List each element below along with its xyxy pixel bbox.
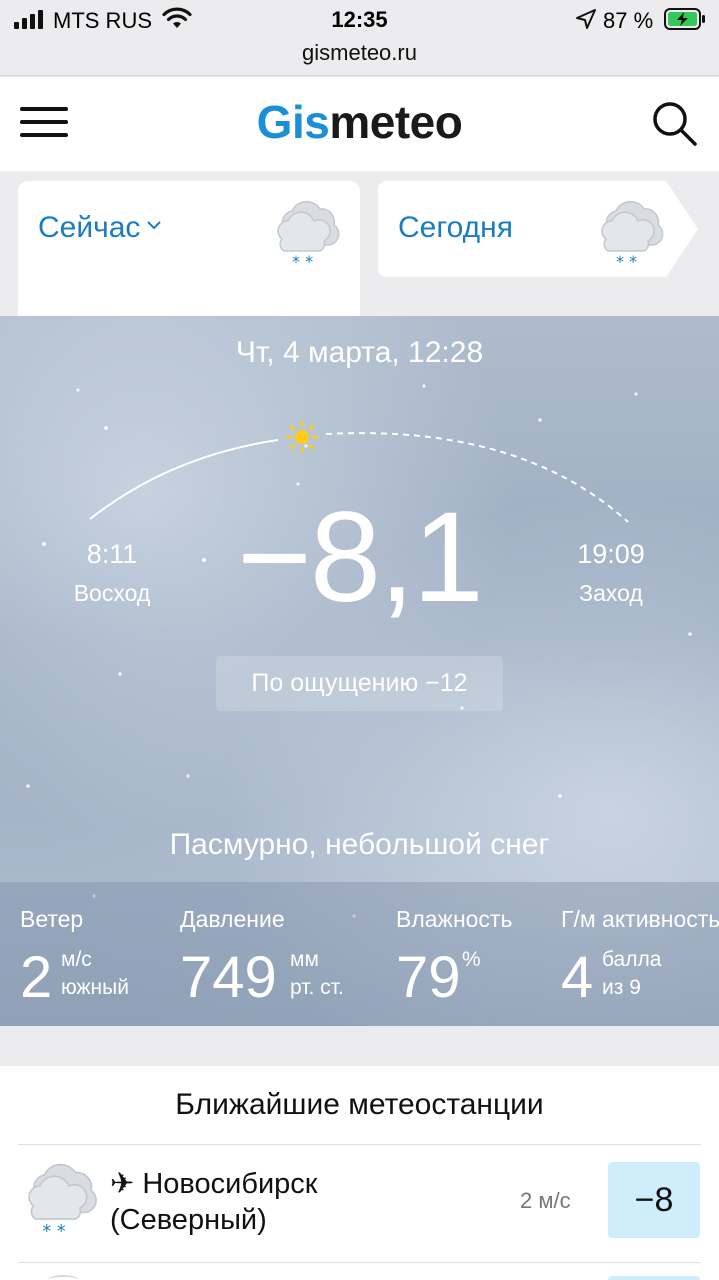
humidity-unit: % <box>462 948 481 971</box>
tab-today[interactable]: Сегодня * * <box>378 181 698 277</box>
geomagnetic-value: 4 <box>561 945 594 1010</box>
pressure-block: Давление 749 мм рт. ст. <box>180 882 380 1026</box>
tab-today-label: Сегодня <box>398 211 513 244</box>
feels-like: По ощущению −12 <box>216 656 503 711</box>
tab-now-text: Сейчас <box>38 211 141 244</box>
logo[interactable]: Gismeteo <box>0 95 719 149</box>
next-station-temp-peek <box>608 1276 700 1280</box>
url-bar[interactable]: gismeteo.ru <box>0 40 719 66</box>
current-weather: Чт, 4 марта, 12:28 8:11 Восход 19:09 Зах… <box>0 316 719 1026</box>
status-bar: MTS RUS 12:35 87 % gismeteo.ru <box>0 0 719 76</box>
station-name: ✈ Новосибирск (Северный) <box>110 1166 317 1238</box>
geomagnetic-scale: из 9 <box>602 976 641 999</box>
geomagnetic-block: Г/м активность 4 балла из 9 <box>561 882 719 1026</box>
tab-now[interactable]: Сейчас * * <box>18 181 360 316</box>
cloud-snow-icon: * * <box>28 1163 97 1238</box>
sun-icon <box>285 420 319 454</box>
pressure-unit-2: рт. ст. <box>290 976 344 999</box>
logo-meteo: meteo <box>329 96 463 148</box>
humidity-value: 79 <box>396 945 461 1010</box>
station-name-line2: (Северный) <box>110 1204 267 1236</box>
pressure-label: Давление <box>180 906 285 932</box>
wind-value: 2 <box>20 945 53 1010</box>
weather-details: Ветер 2 м/с южный Давление 749 мм рт. ст… <box>0 882 719 1026</box>
station-temperature: −8 <box>608 1162 700 1238</box>
wind-direction: южный <box>61 976 129 999</box>
svg-text:* *: * * <box>616 252 637 267</box>
svg-text:* *: * * <box>292 252 313 267</box>
station-name-line1: ✈ Новосибирск <box>110 1168 318 1200</box>
station-row[interactable]: * * ✈ Новосибирск (Северный) 2 м/с −8 <box>0 1144 719 1262</box>
wind-unit: м/с <box>61 948 92 971</box>
logo-gis: Gis <box>256 96 330 148</box>
geomagnetic-label: Г/м активность <box>561 906 719 932</box>
humidity-block: Влажность 79 % <box>396 882 546 1026</box>
wind-block: Ветер 2 м/с южный <box>20 882 170 1026</box>
cloud-snow-icon: * * <box>277 200 340 267</box>
tab-now-label: Сейчас <box>38 211 162 245</box>
battery-percent: 87 % <box>603 8 654 33</box>
battery-charging-icon <box>664 8 705 30</box>
pressure-unit: мм <box>290 948 319 971</box>
humidity-label: Влажность <box>396 906 513 932</box>
location-arrow-icon <box>576 9 596 29</box>
chevron-down-icon <box>147 221 162 230</box>
wind-label: Ветер <box>20 906 84 932</box>
next-station-icon-peek <box>48 1275 78 1280</box>
svg-text:* *: * * <box>42 1222 65 1238</box>
search-icon[interactable] <box>650 99 698 147</box>
station-wind: 2 м/с <box>520 1188 571 1213</box>
cloud-snow-icon: * * <box>601 200 664 267</box>
divider <box>18 1262 701 1263</box>
site-header: Gismeteo <box>0 77 719 171</box>
stations-title: Ближайшие метеостанции <box>175 1088 544 1121</box>
pressure-value: 749 <box>180 945 277 1010</box>
forecast-tabs: Сейчас * * Сегодня * * <box>0 171 719 316</box>
current-temperature: −8,1 <box>237 486 484 629</box>
weather-condition: Пасмурно, небольшой снег <box>169 828 550 861</box>
nearby-stations: Ближайшие метеостанции * * ✈ Новосибирск… <box>0 1066 719 1280</box>
geomagnetic-unit: балла <box>602 948 662 971</box>
